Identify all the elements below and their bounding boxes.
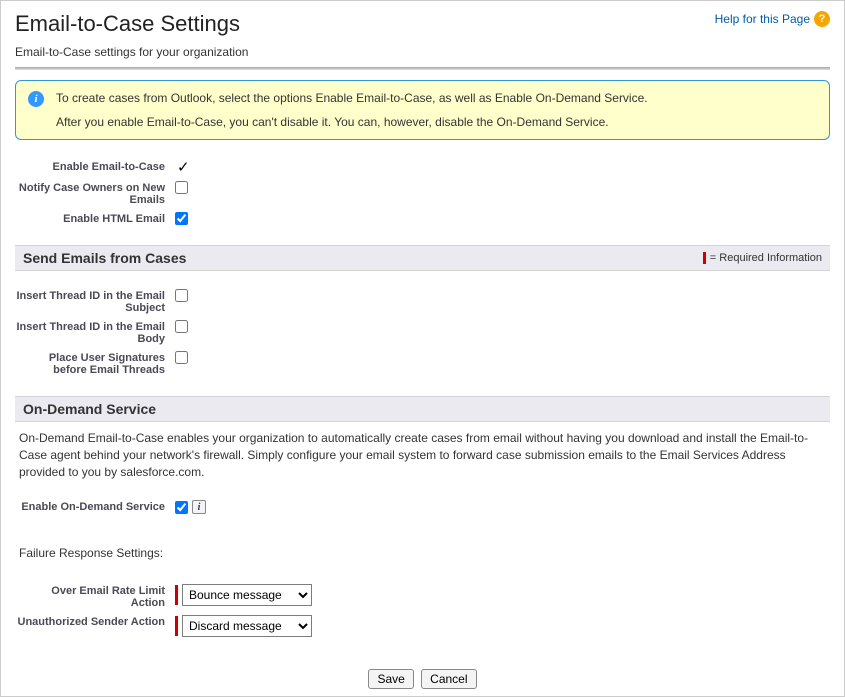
page-title: Email-to-Case Settings bbox=[15, 11, 830, 37]
info-box: i To create cases from Outlook, select t… bbox=[15, 80, 830, 140]
thread-body-label: Insert Thread ID in the Email Body bbox=[15, 320, 175, 345]
ondemand-info-icon[interactable]: i bbox=[192, 500, 206, 514]
thread-subject-label: Insert Thread ID in the Email Subject bbox=[15, 289, 175, 314]
enable-ondemand-label: Enable On-Demand Service bbox=[15, 500, 175, 513]
send-emails-settings: Insert Thread ID in the Email Subject In… bbox=[15, 279, 830, 390]
enable-html-checkbox[interactable] bbox=[175, 212, 188, 225]
ondemand-description: On-Demand Email-to-Case enables your org… bbox=[15, 430, 830, 490]
ondemand-header-text: On-Demand Service bbox=[23, 401, 156, 417]
save-button[interactable]: Save bbox=[368, 669, 413, 689]
ondemand-section-header: On-Demand Service bbox=[15, 396, 830, 422]
ondemand-settings: Enable On-Demand Service i bbox=[15, 490, 830, 528]
general-settings: Enable Email-to-Case ✓ Notify Case Owner… bbox=[15, 150, 830, 239]
unauthorized-label: Unauthorized Sender Action bbox=[15, 615, 175, 628]
page-description: Email-to-Case settings for your organiza… bbox=[15, 45, 830, 59]
signatures-checkbox[interactable] bbox=[175, 351, 188, 364]
enable-ondemand-checkbox[interactable] bbox=[175, 501, 188, 514]
required-legend: = Required Information bbox=[703, 252, 822, 264]
notify-owners-label: Notify Case Owners on New Emails bbox=[15, 181, 175, 206]
info-line-2: After you enable Email-to-Case, you can'… bbox=[56, 115, 817, 129]
enable-e2c-checkmark: ✓ bbox=[175, 160, 190, 175]
send-emails-header-text: Send Emails from Cases bbox=[23, 250, 186, 266]
enable-e2c-label: Enable Email-to-Case bbox=[15, 160, 175, 173]
required-legend-text: = Required Information bbox=[710, 252, 822, 264]
unauthorized-select[interactable]: Discard message bbox=[182, 615, 312, 637]
divider bbox=[15, 67, 830, 70]
send-emails-section-header: Send Emails from Cases = Required Inform… bbox=[15, 245, 830, 271]
enable-html-label: Enable HTML Email bbox=[15, 212, 175, 225]
signatures-label: Place User Signatures before Email Threa… bbox=[15, 351, 175, 376]
help-link[interactable]: Help for this Page ? bbox=[715, 11, 830, 27]
notify-owners-checkbox[interactable] bbox=[175, 181, 188, 194]
thread-body-checkbox[interactable] bbox=[175, 320, 188, 333]
cancel-button[interactable]: Cancel bbox=[421, 669, 476, 689]
info-icon: i bbox=[28, 91, 44, 107]
info-line-1: To create cases from Outlook, select the… bbox=[56, 91, 817, 105]
thread-subject-checkbox[interactable] bbox=[175, 289, 188, 302]
required-bar-icon bbox=[175, 585, 178, 605]
required-bar-icon bbox=[703, 252, 706, 264]
help-icon: ? bbox=[814, 11, 830, 27]
rate-limit-select[interactable]: Bounce message bbox=[182, 584, 312, 606]
failure-response-settings: Over Email Rate Limit Action Bounce mess… bbox=[15, 574, 830, 651]
required-bar-icon bbox=[175, 616, 178, 636]
failure-response-heading: Failure Response Settings: bbox=[19, 546, 830, 560]
help-link-text: Help for this Page bbox=[715, 12, 810, 26]
button-bar: Save Cancel bbox=[15, 669, 830, 689]
rate-limit-label: Over Email Rate Limit Action bbox=[15, 584, 175, 609]
